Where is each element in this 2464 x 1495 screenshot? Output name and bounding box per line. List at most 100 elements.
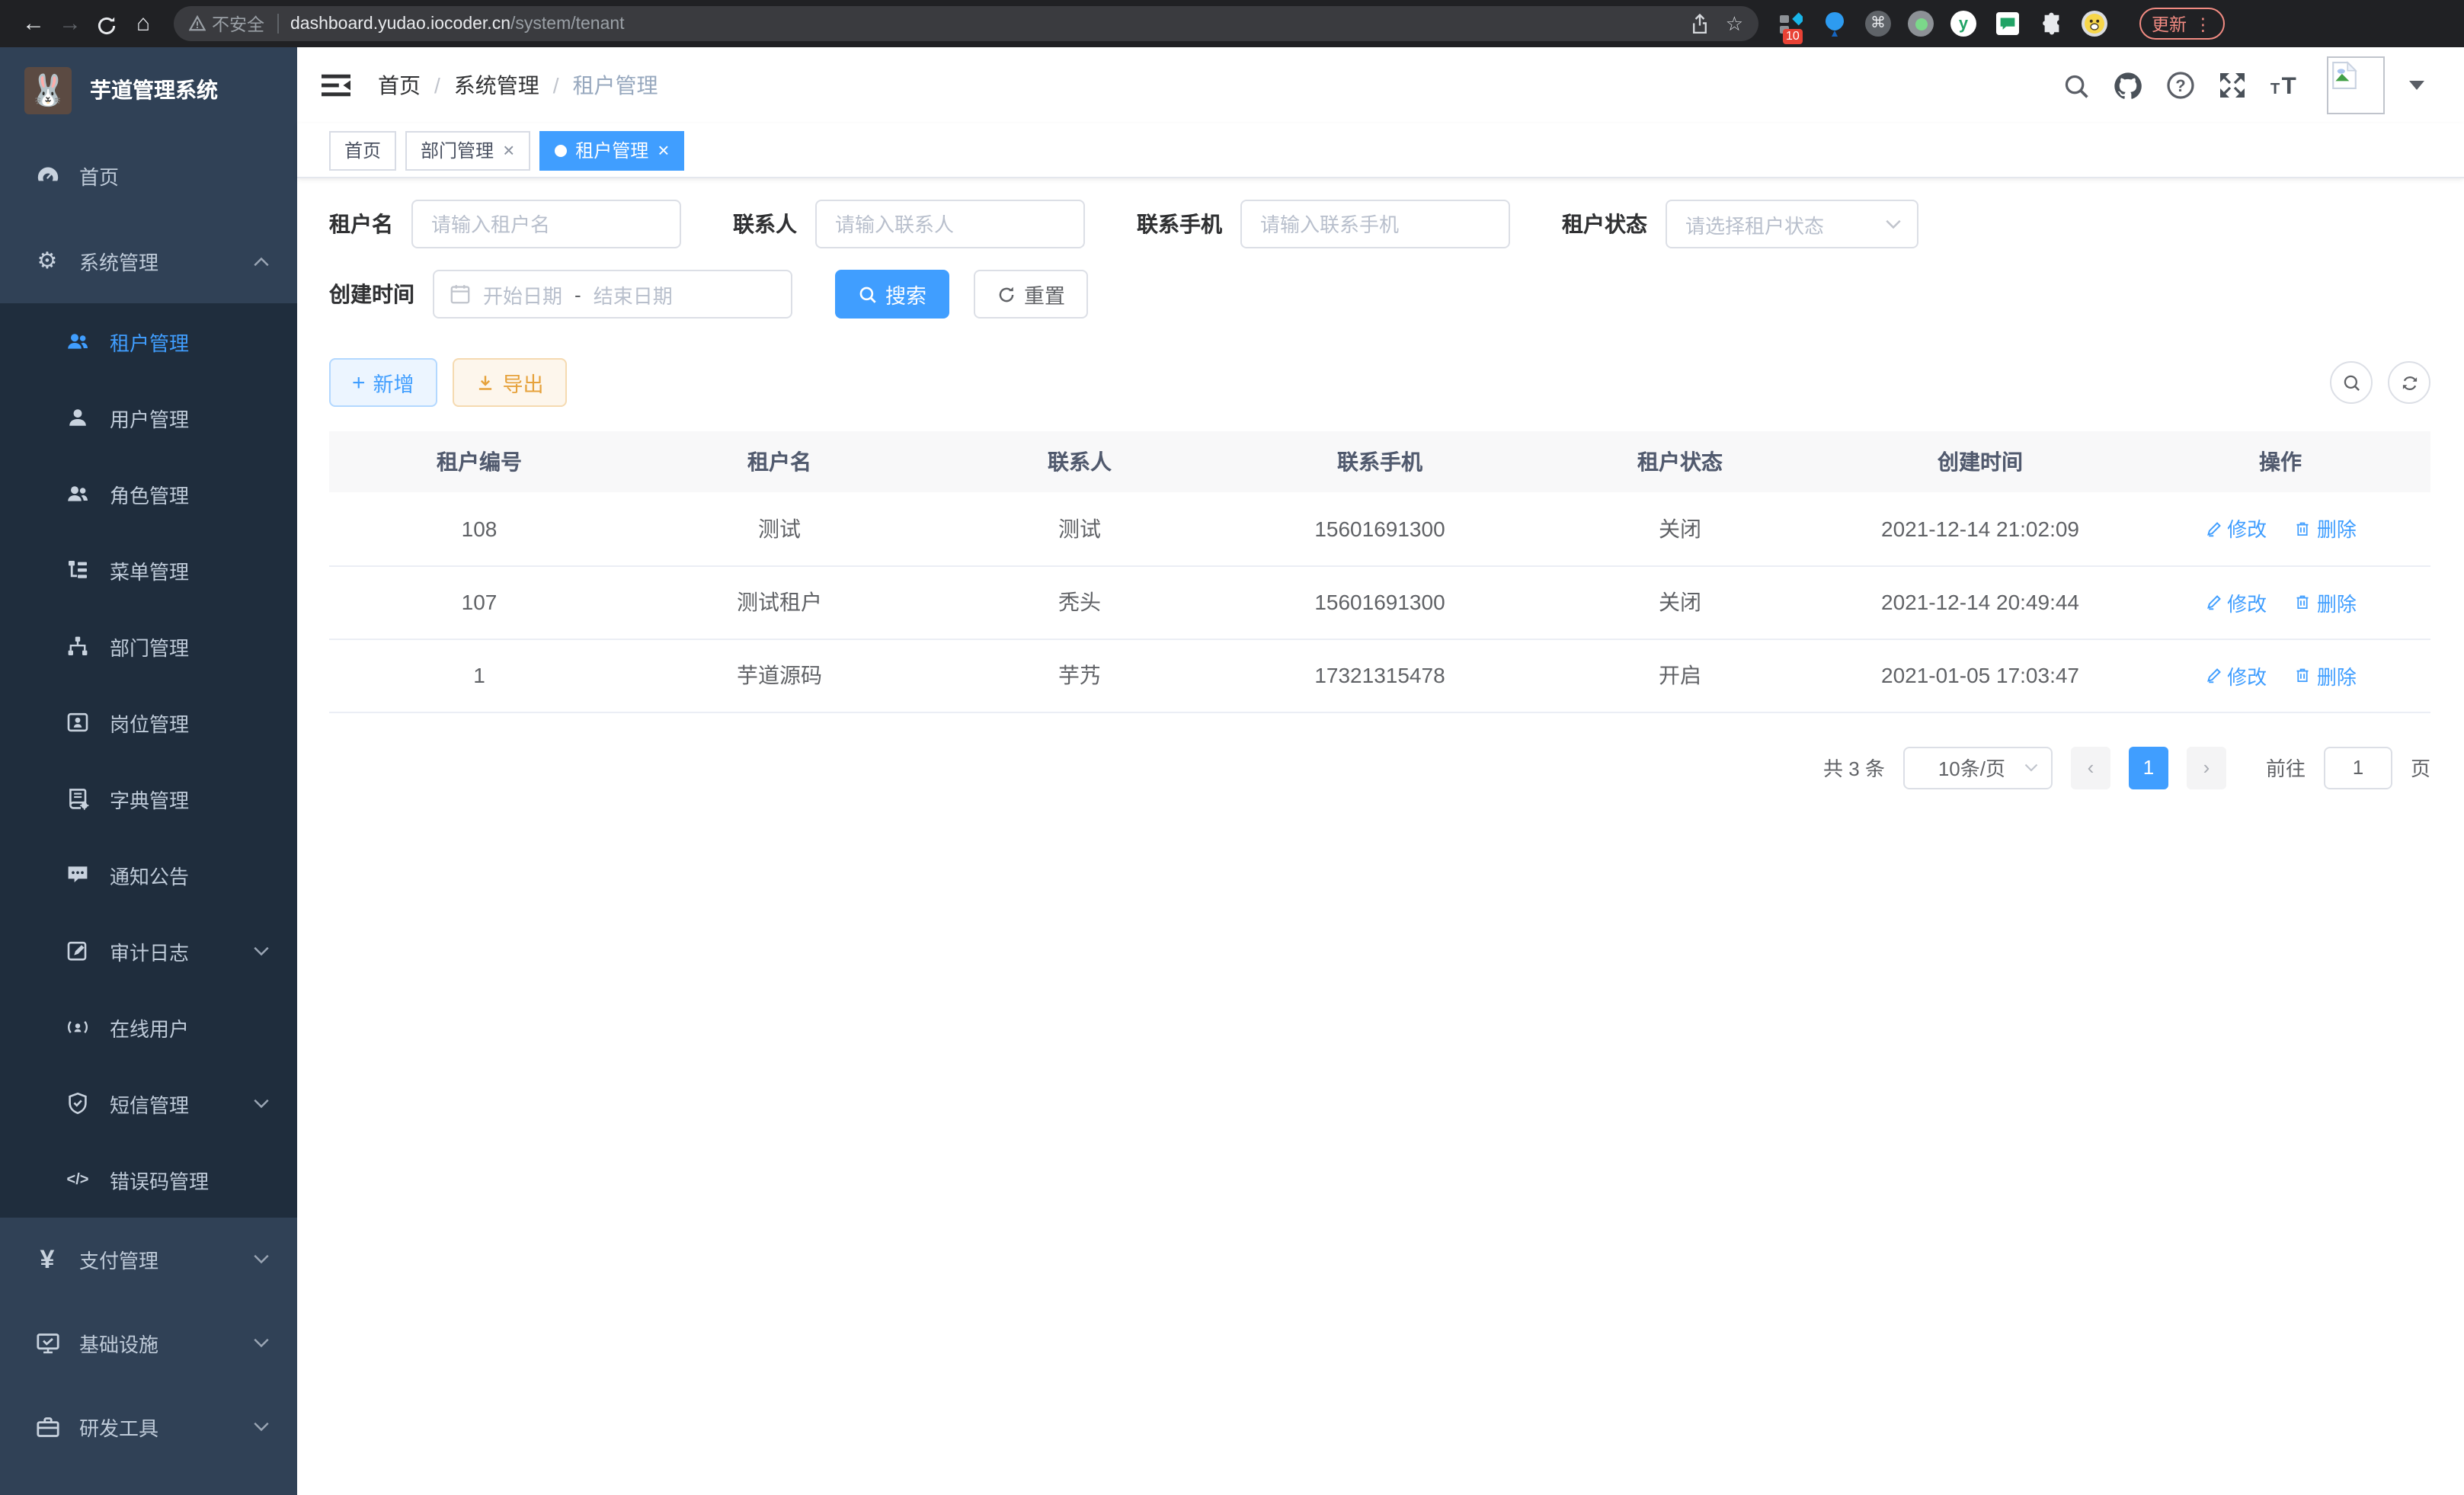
- github-icon[interactable]: [2112, 69, 2144, 101]
- tab-label: 首页: [344, 137, 381, 163]
- sidebar-item-home[interactable]: 首页: [0, 133, 297, 218]
- reset-button[interactable]: 重置: [974, 270, 1088, 319]
- pagination: 共 3 条 10条/页 ‹ 1 › 前往 页: [329, 746, 2430, 789]
- browser-back-icon[interactable]: ←: [15, 11, 52, 37]
- extension-yudao-icon[interactable]: y: [1950, 11, 1976, 37]
- sidebar-item-dept[interactable]: 部门管理: [0, 608, 297, 684]
- sidebar-item-menu[interactable]: 菜单管理: [0, 532, 297, 608]
- sidebar-item-system[interactable]: ⚙ 系统管理: [0, 218, 297, 303]
- active-dot: [554, 144, 566, 156]
- edit-link[interactable]: 修改: [2204, 514, 2267, 543]
- code-icon: </>: [64, 1171, 91, 1188]
- url-path: /system/tenant: [510, 14, 625, 33]
- delete-link[interactable]: 删除: [2294, 587, 2357, 616]
- delete-link-label: 删除: [2317, 661, 2357, 690]
- browser-reload-icon[interactable]: [88, 11, 125, 36]
- monitor-check-icon: [34, 1330, 61, 1356]
- avatar-dropdown-caret-icon[interactable]: [2409, 81, 2424, 90]
- status-select[interactable]: 请选择租户状态: [1666, 200, 1918, 248]
- page-1-button[interactable]: 1: [2129, 746, 2168, 789]
- user-avatar[interactable]: [2327, 56, 2385, 114]
- security-warning[interactable]: 不安全: [189, 11, 264, 36]
- chevron-down-icon: [253, 1422, 270, 1433]
- delete-link-label: 删除: [2317, 587, 2357, 616]
- share-icon[interactable]: [1691, 13, 1710, 34]
- sidebar-item-pay[interactable]: ¥ 支付管理: [0, 1218, 297, 1301]
- sidebar-item-infra[interactable]: 基础设施: [0, 1301, 297, 1385]
- sidebar-item-post[interactable]: 岗位管理: [0, 684, 297, 760]
- prev-page-button[interactable]: ‹: [2071, 746, 2110, 789]
- extension-grid-icon[interactable]: 10: [1777, 10, 1804, 37]
- sidebar-item-audit-log[interactable]: 审计日志: [0, 913, 297, 989]
- export-button[interactable]: 导出: [453, 358, 567, 407]
- contact-input[interactable]: [815, 200, 1085, 248]
- sidebar-item-devtools[interactable]: 研发工具: [0, 1385, 297, 1469]
- phone-input[interactable]: [1240, 200, 1510, 248]
- users-icon: [64, 329, 91, 354]
- profile-avatar-icon[interactable]: [2082, 11, 2107, 37]
- close-icon[interactable]: ×: [503, 139, 514, 162]
- cell-ops: 修改 删除: [2130, 565, 2430, 639]
- sidebar-item-notice[interactable]: 通知公告: [0, 837, 297, 913]
- bookmark-star-icon[interactable]: ☆: [1726, 11, 1743, 36]
- header-search-icon[interactable]: [2062, 71, 2091, 100]
- tenant-name-input[interactable]: [411, 200, 681, 248]
- date-range-picker[interactable]: 开始日期 - 结束日期: [433, 270, 792, 319]
- extension-badge: 10: [1783, 28, 1803, 43]
- extension-record-icon[interactable]: [1908, 11, 1934, 37]
- fullscreen-icon[interactable]: [2217, 70, 2248, 101]
- page-size-value: 10条/页: [1920, 753, 2024, 782]
- app-logo[interactable]: 🐰 芋道管理系统: [0, 47, 297, 133]
- breadcrumb-system[interactable]: 系统管理: [454, 70, 539, 101]
- tab-label: 部门管理: [421, 137, 494, 163]
- help-icon[interactable]: ?: [2165, 70, 2196, 101]
- delete-link[interactable]: 删除: [2294, 661, 2357, 690]
- edit-link[interactable]: 修改: [2204, 587, 2267, 616]
- refresh-icon[interactable]: [2388, 361, 2430, 404]
- tab-label: 租户管理: [575, 137, 648, 163]
- goto-page-input[interactable]: [2324, 746, 2392, 789]
- browser-update-button[interactable]: 更新 ⋮: [2139, 8, 2224, 40]
- next-page-button[interactable]: ›: [2187, 746, 2226, 789]
- plus-icon: +: [352, 370, 366, 395]
- sidebar-item-dict[interactable]: 字典管理: [0, 760, 297, 837]
- page-size-select[interactable]: 10条/页: [1903, 746, 2053, 789]
- delete-link[interactable]: 删除: [2294, 514, 2357, 543]
- table-row: 108 测试 测试 15601691300 关闭 2021-12-14 21:0…: [329, 492, 2430, 565]
- browser-forward-icon[interactable]: →: [52, 11, 88, 37]
- add-button[interactable]: + 新增: [329, 358, 437, 407]
- extension-kite-icon[interactable]: [1821, 10, 1848, 37]
- tab-tenant[interactable]: 租户管理 ×: [539, 130, 684, 170]
- sidebar-item-sms[interactable]: 短信管理: [0, 1065, 297, 1141]
- breadcrumb-home[interactable]: 首页: [378, 70, 421, 101]
- extension-cmd-icon[interactable]: ⌘: [1865, 11, 1891, 37]
- sidebar-item-user[interactable]: 用户管理: [0, 379, 297, 456]
- tenant-name-label: 租户名: [329, 209, 411, 239]
- tab-dept[interactable]: 部门管理 ×: [405, 130, 530, 170]
- sidebar-item-error-code[interactable]: </> 错误码管理: [0, 1141, 297, 1218]
- toggle-search-icon[interactable]: [2330, 361, 2373, 404]
- sidebar-item-tenant[interactable]: 租户管理: [0, 303, 297, 379]
- url-host: dashboard.yudao.iocoder.cn: [290, 14, 510, 33]
- cell-phone: 15601691300: [1230, 565, 1530, 639]
- sidebar-collapse-icon[interactable]: [322, 73, 350, 98]
- browser-home-icon[interactable]: ⌂: [125, 11, 162, 37]
- total-count: 共 3 条: [1823, 753, 1885, 782]
- sidebar-item-role[interactable]: 角色管理: [0, 456, 297, 532]
- close-icon[interactable]: ×: [658, 139, 669, 162]
- edit-link[interactable]: 修改: [2204, 661, 2267, 690]
- browser-menu-icon[interactable]: ⋮: [2194, 13, 2212, 34]
- logo-rabbit-image: 🐰: [24, 66, 72, 114]
- sidebar-item-label: 角色管理: [110, 479, 189, 508]
- extension-chat-icon[interactable]: [1993, 10, 2021, 37]
- extensions-puzzle-icon[interactable]: [2037, 10, 2065, 37]
- sidebar-item-online-users[interactable]: 在线用户: [0, 989, 297, 1065]
- browser-chrome: ← → ⌂ 不安全 dashboard.yudao.iocoder.cn/sys…: [0, 0, 2464, 47]
- font-size-icon[interactable]: TT: [2269, 72, 2306, 99]
- edit-link-label: 修改: [2227, 587, 2267, 616]
- page-unit-label: 页: [2411, 753, 2430, 782]
- tab-home[interactable]: 首页: [329, 130, 396, 170]
- address-bar[interactable]: 不安全 dashboard.yudao.iocoder.cn/system/te…: [174, 6, 1758, 41]
- search-button[interactable]: 搜索: [835, 270, 949, 319]
- table-actions: + 新增 导出: [329, 358, 2430, 407]
